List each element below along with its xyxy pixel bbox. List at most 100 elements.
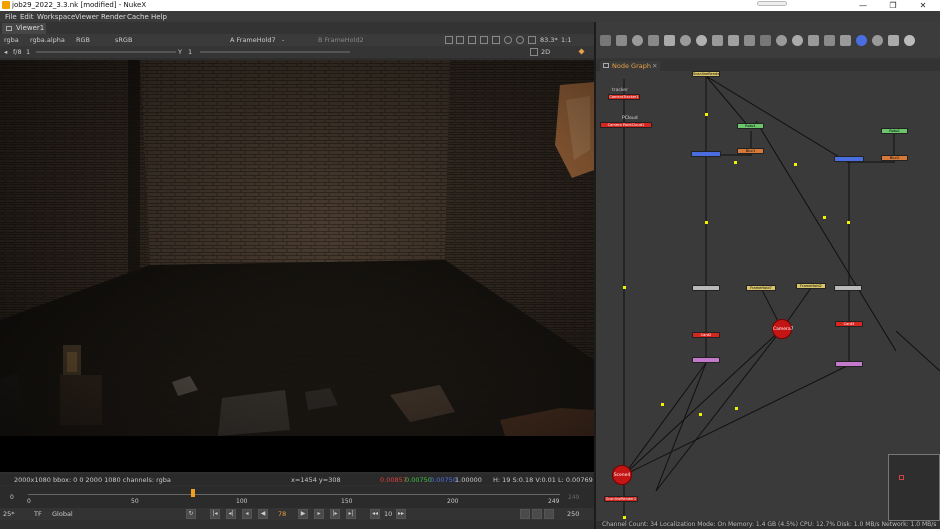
node-card2[interactable]: Card2 (692, 332, 720, 338)
alpha-channel-dropdown[interactable]: rgba.alpha (30, 36, 65, 44)
node-graph-minimap[interactable] (888, 454, 940, 521)
transform-nodes-icon[interactable] (728, 35, 739, 46)
step-forward-button[interactable]: ▸▸ (396, 509, 406, 519)
node-scanline-render[interactable]: ScanlineRender1 (604, 496, 638, 502)
node-framehold7[interactable]: FrameHold7 (746, 285, 776, 291)
node-scene[interactable]: Scene4 (612, 465, 632, 485)
node-camera-tracker[interactable]: CameraTracker1 (608, 94, 640, 100)
range-scope-dropdown[interactable]: Global (52, 510, 73, 518)
playhead[interactable] (191, 489, 195, 497)
roi-icon[interactable] (445, 36, 453, 44)
cache-icon[interactable] (532, 509, 542, 519)
keyer-nodes-icon[interactable] (696, 35, 707, 46)
menu-file[interactable]: File (5, 13, 17, 21)
timeline-bar[interactable]: 0 0 50 100 150 200 249 249 (0, 486, 594, 508)
loop-mode-icon[interactable]: ↻ (186, 509, 196, 519)
fps-dropdown[interactable]: 25* (3, 510, 15, 518)
close-tab-icon[interactable]: ✕ (652, 62, 657, 70)
proxy-icon[interactable] (516, 36, 524, 44)
particles-nodes-icon[interactable] (840, 35, 851, 46)
next-frame-button[interactable]: ▸ (314, 509, 324, 519)
display-channel-dropdown[interactable]: RGB (76, 36, 90, 44)
menu-cache[interactable]: Cache (127, 13, 149, 21)
deep-nodes-icon[interactable] (872, 35, 883, 46)
zoom-dropdown[interactable]: 83.3* (540, 36, 558, 44)
node-reformat-left[interactable] (692, 285, 720, 291)
other-nodes-icon[interactable] (808, 35, 819, 46)
channel-nodes-icon[interactable] (648, 35, 659, 46)
channels-dropdown[interactable]: rgba (4, 36, 19, 44)
3d-nodes-icon[interactable] (744, 35, 755, 46)
colorspace-dropdown[interactable]: sRGB (115, 36, 132, 44)
node-point-cloud[interactable]: Camera PointCloud1 (600, 122, 652, 128)
view-mode-dropdown[interactable]: 2D (541, 48, 550, 56)
draw-nodes-icon[interactable] (616, 35, 627, 46)
menu-help[interactable]: Help (151, 13, 167, 21)
node-transform-right[interactable] (835, 361, 863, 367)
menu-render[interactable]: Render (101, 13, 126, 21)
tab-viewer1[interactable]: Viewer1 (2, 23, 46, 34)
node-reformat-right[interactable] (834, 285, 862, 291)
input-b-dropdown[interactable]: B FrameHold2 (318, 36, 364, 44)
gain-value[interactable]: 1 (26, 48, 30, 56)
minimize-button[interactable]: — (848, 0, 878, 11)
metadata-nodes-icon[interactable] (776, 35, 787, 46)
first-frame-button[interactable]: |◂ (210, 509, 220, 519)
image-nodes-icon[interactable] (600, 35, 611, 46)
node-camera7[interactable]: Camera7 (772, 319, 794, 339)
ratio-dropdown[interactable]: 1:1 (561, 36, 571, 44)
input-a-dropdown[interactable]: A FrameHold7 (230, 36, 276, 44)
plugins-icon[interactable] (888, 35, 899, 46)
step-back-button[interactable]: ◂◂ (370, 509, 380, 519)
gamma-slider[interactable] (200, 51, 350, 53)
last-frame-button[interactable]: ▸| (346, 509, 356, 519)
clipping-warning-icon[interactable] (480, 36, 488, 44)
paint-brush-icon[interactable] (578, 48, 585, 55)
timeline-end-field[interactable]: 249 (568, 494, 579, 501)
viewer-mode-icon[interactable] (530, 48, 538, 56)
node-framehold2[interactable]: FrameHold2 (796, 283, 826, 289)
views-nodes-icon[interactable] (760, 35, 771, 46)
next-keyframe-button[interactable]: |▸ (330, 509, 340, 519)
node-graph-canvas[interactable]: tracker CameraTracker1 PCloud Camera Poi… (596, 71, 940, 521)
merge-nodes-icon[interactable] (712, 35, 723, 46)
node-card3[interactable]: Card3 (835, 321, 863, 327)
node-blur1[interactable]: Blur1 (737, 148, 764, 154)
node-merge-left[interactable] (691, 151, 721, 157)
node-blur2[interactable]: Blur2 (881, 155, 908, 161)
timeline-track[interactable] (28, 494, 560, 495)
end-frame-field[interactable]: 250 (567, 510, 579, 518)
viewer-canvas[interactable] (0, 60, 594, 436)
prev-keyframe-button[interactable]: ◂| (226, 509, 236, 519)
menu-viewer[interactable]: Viewer (75, 13, 99, 21)
play-forward-button[interactable]: ▶ (298, 509, 308, 519)
frame-step-field[interactable]: 10 (384, 510, 392, 518)
toolsets-icon[interactable] (792, 35, 803, 46)
mask-icon[interactable] (492, 36, 500, 44)
input-a-operation-dropdown[interactable]: - (282, 36, 284, 44)
color-nodes-icon[interactable] (664, 35, 675, 46)
timeline-frame-mode-dropdown[interactable]: TF (34, 510, 42, 518)
timeline-start-field[interactable]: 0 (10, 494, 14, 501)
guides-icon[interactable] (456, 36, 464, 44)
minimap-viewport[interactable] (899, 475, 904, 480)
refresh-icon[interactable] (504, 36, 512, 44)
gain-slider[interactable] (36, 51, 176, 53)
node-transform-left[interactable] (692, 357, 720, 363)
close-button[interactable]: ✕ (908, 0, 938, 11)
menu-workspace[interactable]: Workspace (37, 13, 75, 21)
time-nodes-icon[interactable] (632, 35, 643, 46)
menu-edit[interactable]: Edit (20, 13, 34, 21)
current-frame-field[interactable]: 78 (278, 510, 286, 518)
gain-icon[interactable]: ◂ (4, 48, 7, 56)
gamma-value[interactable]: 1 (188, 48, 192, 56)
globe-icon[interactable] (904, 35, 915, 46)
node-roto1[interactable]: Roto1 (737, 123, 764, 129)
overlay-icon[interactable] (468, 36, 476, 44)
prev-frame-button[interactable]: ◂ (242, 509, 252, 519)
node-merge-right[interactable] (834, 156, 864, 162)
timeline-view-icon[interactable] (520, 509, 530, 519)
pause-icon[interactable] (528, 36, 536, 44)
tab-node-graph[interactable]: Node Graph ✕ (600, 61, 660, 71)
furnace-nodes-icon[interactable] (824, 35, 835, 46)
